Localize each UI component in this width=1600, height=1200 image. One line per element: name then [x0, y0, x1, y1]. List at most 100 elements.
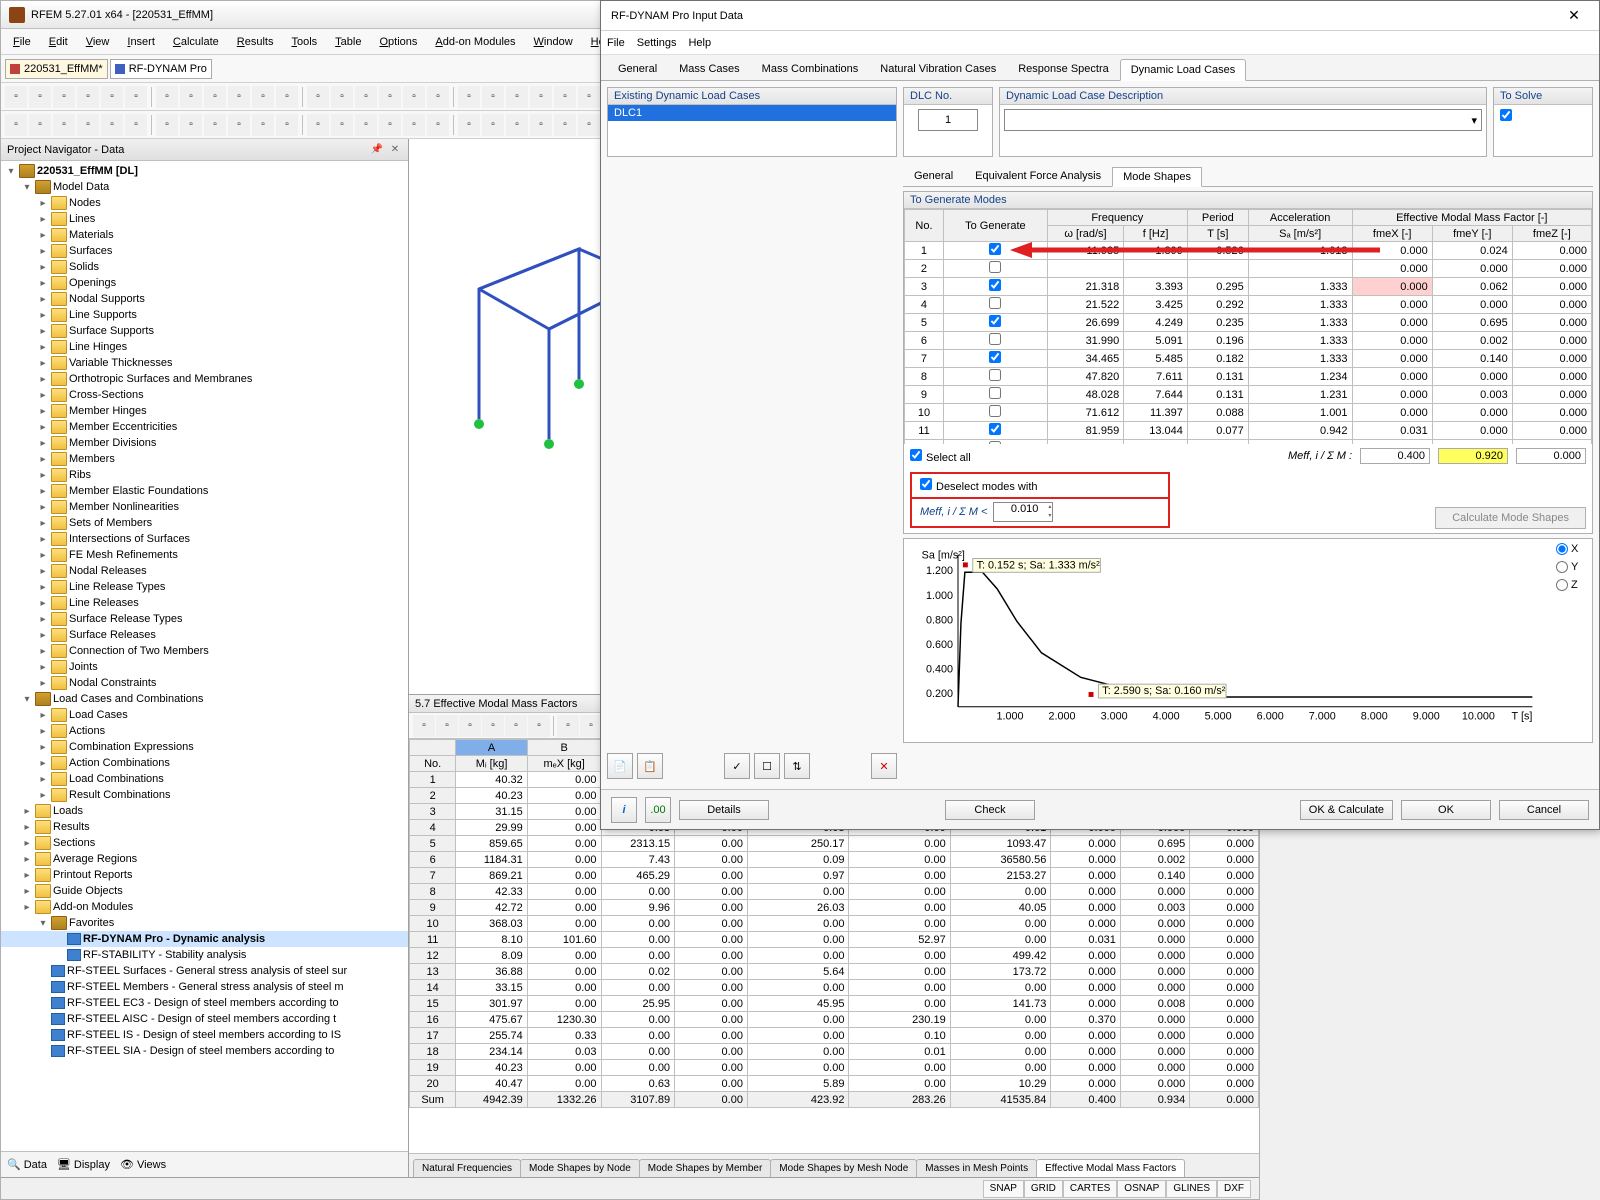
tree-item[interactable]: ▸Member Eccentricities [1, 419, 408, 435]
tb-btn[interactable]: ▫ [578, 114, 600, 136]
gen-checkbox[interactable] [989, 297, 1001, 309]
tb-btn[interactable]: ▫ [156, 114, 178, 136]
tb-btn[interactable]: ▫ [580, 715, 602, 737]
gen-checkbox[interactable] [989, 405, 1001, 417]
tree-item[interactable]: ▸Surfaces [1, 243, 408, 259]
gen-checkbox[interactable] [989, 351, 1001, 363]
menu-insert[interactable]: Insert [119, 33, 163, 51]
radio-z[interactable]: Z [1556, 579, 1588, 591]
tb-btn[interactable]: ▫ [77, 114, 99, 136]
sub-tab[interactable]: Equivalent Force Analysis [964, 166, 1112, 186]
dlc-item[interactable]: DLC1 [608, 105, 896, 121]
tree-item[interactable]: ▸Sections [1, 835, 408, 851]
tree-item[interactable]: ▸Intersections of Surfaces [1, 531, 408, 547]
tb-btn[interactable]: ▫ [331, 114, 353, 136]
btab[interactable]: Mode Shapes by Mesh Node [770, 1159, 917, 1177]
status-cartes[interactable]: CARTES [1063, 1180, 1117, 1198]
tb-btn[interactable]: ▫ [331, 86, 353, 108]
ok-button[interactable]: OK [1401, 800, 1491, 820]
tb-btn[interactable]: ▫ [482, 715, 504, 737]
tb-btn[interactable]: ▫ [101, 114, 123, 136]
gen-checkbox[interactable] [989, 315, 1001, 327]
tb-btn[interactable]: ▫ [204, 114, 226, 136]
tree-item[interactable]: ▸Materials [1, 227, 408, 243]
doc-tab-2[interactable]: RF-DYNAM Pro [110, 59, 212, 79]
tree-item[interactable]: ▸Nodes [1, 195, 408, 211]
tb-btn[interactable]: ▫ [427, 114, 449, 136]
tree-item[interactable]: ▸Cross-Sections [1, 387, 408, 403]
tb-btn[interactable]: ▫ [355, 114, 377, 136]
tree-item[interactable]: RF-DYNAM Pro - Dynamic analysis [1, 931, 408, 947]
cancel-button[interactable]: Cancel [1499, 800, 1589, 820]
tb-btn[interactable]: ▫ [101, 86, 123, 108]
menu-options[interactable]: Options [371, 33, 425, 51]
tb-btn[interactable]: ▫ [557, 715, 579, 737]
nav-tree[interactable]: ▾220531_EffMM [DL]▾Model Data▸Nodes▸Line… [1, 161, 408, 1151]
dlc-desc-combo[interactable]: ▾ [1004, 109, 1482, 131]
gen-checkbox[interactable] [989, 279, 1001, 291]
btab[interactable]: Mode Shapes by Member [639, 1159, 772, 1177]
tree-item[interactable]: RF-STEEL EC3 - Design of steel members a… [1, 995, 408, 1011]
tb-btn[interactable]: ▫ [578, 86, 600, 108]
tb-btn[interactable]: ▫ [427, 86, 449, 108]
tb-btn[interactable]: ▫ [458, 114, 480, 136]
tb-btn[interactable]: ▫ [307, 86, 329, 108]
details-button[interactable]: Details [679, 800, 769, 820]
menu-window[interactable]: Window [526, 33, 581, 51]
tb-btn[interactable]: ▫ [307, 114, 329, 136]
nav-pin-icon[interactable]: 📌 [370, 143, 384, 157]
tb-btn[interactable]: ▫ [228, 86, 250, 108]
tb-btn[interactable]: ▫ [379, 114, 401, 136]
tree-item[interactable]: ▸Combination Expressions [1, 739, 408, 755]
tb-btn[interactable]: ▫ [228, 114, 250, 136]
dlg-tab[interactable]: Response Spectra [1007, 58, 1120, 80]
tb-btn[interactable]: ▫ [505, 715, 527, 737]
nav-close-icon[interactable]: ✕ [388, 143, 402, 157]
tb-btn[interactable]: ▫ [554, 86, 576, 108]
tb-btn[interactable]: ▫ [459, 715, 481, 737]
tree-item[interactable]: RF-STEEL Members - General stress analys… [1, 979, 408, 995]
copy-dlc-icon[interactable]: 📋 [637, 753, 663, 779]
nav-footer-views[interactable]: 👁Views [120, 1158, 166, 1171]
tree-item[interactable]: ▸Line Release Types [1, 579, 408, 595]
radio-x[interactable]: X [1556, 543, 1588, 555]
uncheck-all-icon[interactable]: ☐ [754, 753, 780, 779]
menu-tools[interactable]: Tools [283, 33, 325, 51]
tree-item[interactable]: ▸Action Combinations [1, 755, 408, 771]
dlg-tab[interactable]: Natural Vibration Cases [869, 58, 1007, 80]
tb-btn[interactable]: ▫ [413, 715, 435, 737]
tb-btn[interactable]: ▫ [403, 114, 425, 136]
menu-add-on modules[interactable]: Add-on Modules [427, 33, 523, 51]
tree-item[interactable]: ▸Members [1, 451, 408, 467]
btab[interactable]: Natural Frequencies [413, 1159, 521, 1177]
tb-btn[interactable]: ▫ [554, 114, 576, 136]
tree-item[interactable]: ▸Member Hinges [1, 403, 408, 419]
tree-item[interactable]: ▸Load Combinations [1, 771, 408, 787]
tree-item[interactable]: ▸FE Mesh Refinements [1, 547, 408, 563]
tree-item[interactable]: ▾220531_EffMM [DL] [1, 163, 408, 179]
deselect-checkbox[interactable]: Deselect modes with [920, 478, 1038, 493]
gen-checkbox[interactable] [989, 423, 1001, 435]
doc-tab-1[interactable]: 220531_EffMM* [5, 59, 108, 79]
units-icon[interactable]: .00 [645, 797, 671, 823]
tb-btn[interactable]: ▫ [482, 86, 504, 108]
sub-tab[interactable]: Mode Shapes [1112, 167, 1202, 187]
tb-btn[interactable]: ▫ [528, 715, 550, 737]
dlc-no-field[interactable]: 1 [918, 109, 978, 131]
nav-footer-data[interactable]: 🔍Data [7, 1158, 47, 1171]
tb-btn[interactable]: ▫ [29, 114, 51, 136]
deselect-value[interactable]: 0.010 [993, 502, 1053, 522]
delete-dlc-icon[interactable]: ✕ [871, 753, 897, 779]
sub-tab[interactable]: General [903, 166, 964, 186]
tb-btn[interactable]: ▫ [252, 86, 274, 108]
tree-item[interactable]: ▸Lines [1, 211, 408, 227]
menu-results[interactable]: Results [229, 33, 282, 51]
tree-item[interactable]: RF-STABILITY - Stability analysis [1, 947, 408, 963]
tree-item[interactable]: ▸Connection of Two Members [1, 643, 408, 659]
tb-btn[interactable]: ▫ [458, 86, 480, 108]
tree-item[interactable]: RF-STEEL Surfaces - General stress analy… [1, 963, 408, 979]
dlg-menu-settings[interactable]: Settings [637, 37, 677, 49]
tree-item[interactable]: ▸Printout Reports [1, 867, 408, 883]
tree-item[interactable]: ▸Guide Objects [1, 883, 408, 899]
check-all-icon[interactable]: ✓ [724, 753, 750, 779]
